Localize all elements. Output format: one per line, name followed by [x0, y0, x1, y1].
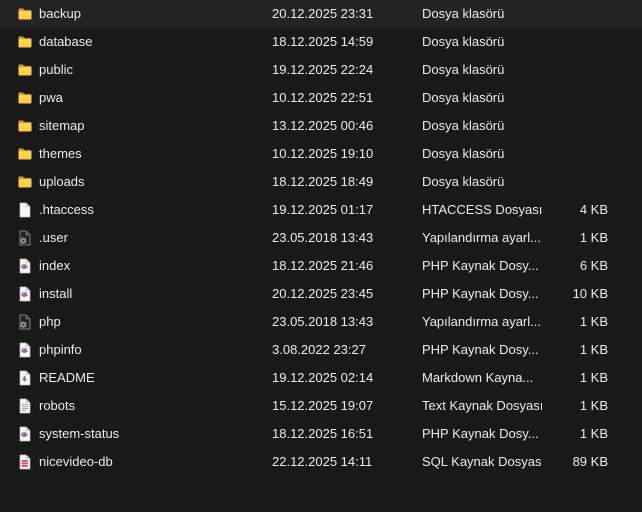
file-row[interactable]: sitemap13.12.2025 00:46Dosya klasörü	[0, 112, 642, 140]
file-row[interactable]: backup20.12.2025 23:31Dosya klasörü	[0, 0, 642, 28]
file-date-modified: 3.08.2022 23:27	[272, 336, 412, 364]
file-row[interactable]: public19.12.2025 22:24Dosya klasörü	[0, 56, 642, 84]
file-row[interactable]: uploads18.12.2025 18:49Dosya klasörü	[0, 168, 642, 196]
file-date-modified: 20.12.2025 23:45	[272, 280, 412, 308]
file-row[interactable]: nicevideo-db22.12.2025 14:11SQL Kaynak D…	[0, 448, 642, 476]
file-row[interactable]: themes10.12.2025 19:10Dosya klasörü	[0, 140, 642, 168]
file-date-modified: 23.05.2018 13:43	[272, 224, 412, 252]
file-size	[500, 0, 608, 28]
file-size: 4 KB	[500, 196, 608, 224]
file-name: README	[39, 364, 259, 392]
file-name: install	[39, 280, 259, 308]
file-size	[500, 28, 608, 56]
php-file-icon	[17, 342, 33, 358]
file-date-modified: 19.12.2025 22:24	[272, 56, 412, 84]
file-date-modified: 22.12.2025 14:11	[272, 448, 412, 476]
file-date-modified: 18.12.2025 18:49	[272, 168, 412, 196]
file-row[interactable]: .htaccess19.12.2025 01:17HTACCESS Dosyas…	[0, 196, 642, 224]
file-size: 89 KB	[500, 448, 608, 476]
sql-file-icon	[17, 454, 33, 470]
file-row[interactable]: README19.12.2025 02:14Markdown Kayna...1…	[0, 364, 642, 392]
file-name: system-status	[39, 420, 259, 448]
file-name: backup	[39, 0, 259, 28]
file-name: public	[39, 56, 259, 84]
file-date-modified: 20.12.2025 23:31	[272, 0, 412, 28]
file-row[interactable]: php23.05.2018 13:43Yapılandırma ayarl...…	[0, 308, 642, 336]
file-row[interactable]: .user23.05.2018 13:43Yapılandırma ayarl.…	[0, 224, 642, 252]
config-file-icon	[17, 230, 33, 246]
folder-icon	[17, 174, 33, 190]
file-name: robots	[39, 392, 259, 420]
php-file-icon	[17, 426, 33, 442]
file-size: 1 KB	[500, 308, 608, 336]
folder-icon	[17, 62, 33, 78]
blank-file-icon	[17, 202, 33, 218]
folder-icon	[17, 6, 33, 22]
file-date-modified: 19.12.2025 02:14	[272, 364, 412, 392]
file-size	[500, 84, 608, 112]
file-name: phpinfo	[39, 336, 259, 364]
file-name: database	[39, 28, 259, 56]
file-row[interactable]: database18.12.2025 14:59Dosya klasörü	[0, 28, 642, 56]
file-date-modified: 10.12.2025 19:10	[272, 140, 412, 168]
file-date-modified: 19.12.2025 01:17	[272, 196, 412, 224]
file-name: nicevideo-db	[39, 448, 259, 476]
file-date-modified: 23.05.2018 13:43	[272, 308, 412, 336]
file-row[interactable]: robots15.12.2025 19:07Text Kaynak Dosyas…	[0, 392, 642, 420]
file-date-modified: 15.12.2025 19:07	[272, 392, 412, 420]
file-size: 1 KB	[500, 420, 608, 448]
file-date-modified: 13.12.2025 00:46	[272, 112, 412, 140]
file-size: 1 KB	[500, 364, 608, 392]
file-size: 6 KB	[500, 252, 608, 280]
folder-icon	[17, 146, 33, 162]
file-name: php	[39, 308, 259, 336]
file-name: uploads	[39, 168, 259, 196]
file-date-modified: 18.12.2025 14:59	[272, 28, 412, 56]
php-file-icon	[17, 258, 33, 274]
file-size: 1 KB	[500, 336, 608, 364]
file-name: themes	[39, 140, 259, 168]
file-name: sitemap	[39, 112, 259, 140]
file-size	[500, 112, 608, 140]
folder-icon	[17, 90, 33, 106]
file-row[interactable]: phpinfo3.08.2022 23:27PHP Kaynak Dosy...…	[0, 336, 642, 364]
file-date-modified: 18.12.2025 16:51	[272, 420, 412, 448]
folder-icon	[17, 118, 33, 134]
text-file-icon	[17, 398, 33, 414]
file-row[interactable]: install20.12.2025 23:45PHP Kaynak Dosy..…	[0, 280, 642, 308]
folder-icon	[17, 34, 33, 50]
file-size	[500, 168, 608, 196]
file-name: .htaccess	[39, 196, 259, 224]
file-size: 1 KB	[500, 392, 608, 420]
file-size: 1 KB	[500, 224, 608, 252]
file-date-modified: 18.12.2025 21:46	[272, 252, 412, 280]
file-date-modified: 10.12.2025 22:51	[272, 84, 412, 112]
file-size: 10 KB	[500, 280, 608, 308]
file-list: backup20.12.2025 23:31Dosya klasörüdatab…	[0, 0, 642, 512]
config-file-icon	[17, 314, 33, 330]
file-name: pwa	[39, 84, 259, 112]
php-file-icon	[17, 286, 33, 302]
file-row[interactable]: pwa10.12.2025 22:51Dosya klasörü	[0, 84, 642, 112]
file-name: index	[39, 252, 259, 280]
file-row[interactable]: index18.12.2025 21:46PHP Kaynak Dosy...6…	[0, 252, 642, 280]
file-size	[500, 56, 608, 84]
file-row[interactable]: system-status18.12.2025 16:51PHP Kaynak …	[0, 420, 642, 448]
file-name: .user	[39, 224, 259, 252]
file-size	[500, 140, 608, 168]
markdown-file-icon	[17, 370, 33, 386]
